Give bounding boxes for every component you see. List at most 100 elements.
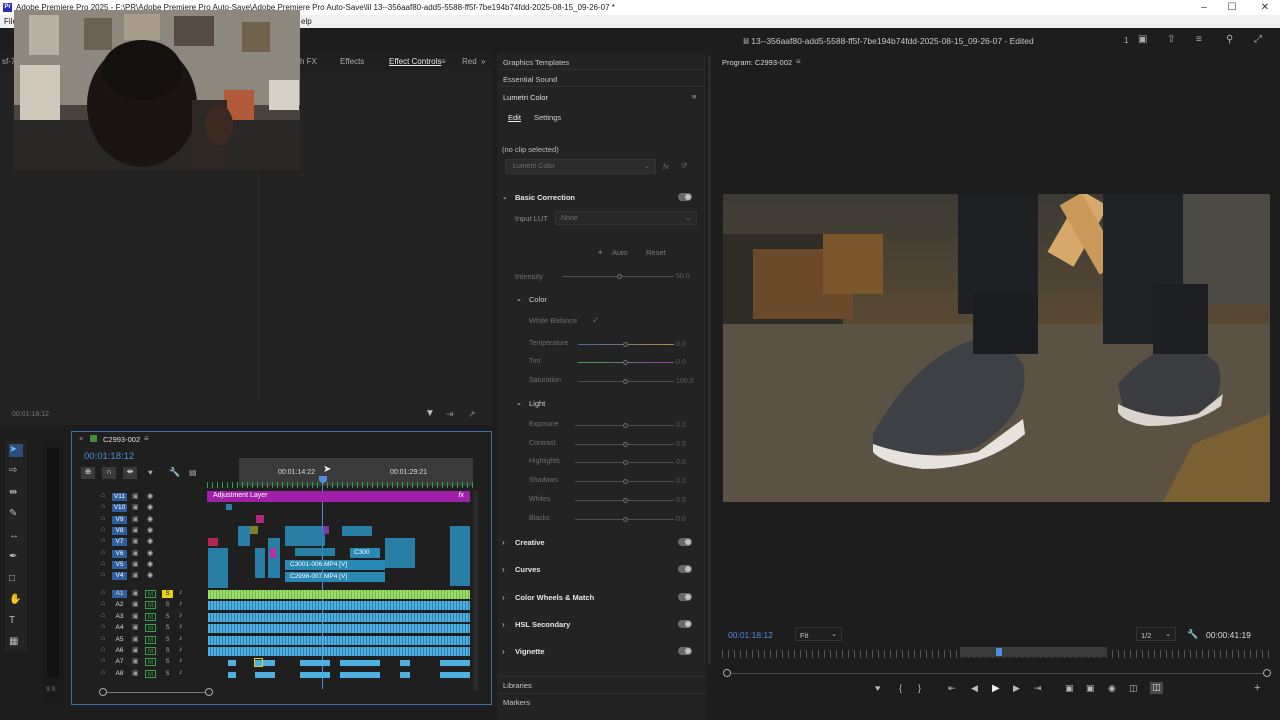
input-lut-dropdown[interactable]: None ⌄ (555, 211, 697, 225)
tab-settings[interactable]: Settings (534, 113, 561, 122)
lumetri-effect-dropdown[interactable]: Lumetri Color ⌄ (505, 159, 656, 174)
eye-icon[interactable]: ◉ (147, 492, 153, 500)
tab-red[interactable]: Red (462, 57, 477, 66)
reset-button[interactable]: Reset (646, 248, 666, 257)
microphone-icon[interactable]: ♪ (179, 600, 183, 607)
eye-icon[interactable]: ◉ (147, 560, 153, 568)
sync-lock-icon[interactable]: ▣ (132, 657, 139, 665)
mute-button[interactable]: M (145, 647, 156, 655)
mute-button[interactable]: M (145, 624, 156, 633)
sync-lock-icon[interactable]: ▣ (132, 549, 139, 557)
chevron-right-icon[interactable]: › (502, 647, 505, 656)
export-icon[interactable]: ↗ (468, 409, 476, 420)
eye-icon[interactable]: ◉ (147, 537, 153, 545)
captions-icon[interactable]: ▤ (189, 468, 197, 477)
close-sequence-icon[interactable]: × (79, 436, 83, 443)
lock-icon[interactable]: ⌂ (101, 560, 105, 567)
sync-lock-icon[interactable]: ▣ (132, 635, 139, 643)
audio-track-label[interactable]: A4 (112, 624, 127, 632)
audio-track-label[interactable]: A1 (112, 590, 127, 598)
audio-keyframe[interactable] (254, 658, 263, 667)
audio-track-label[interactable]: A5 (112, 636, 127, 644)
audio-clip[interactable] (400, 660, 410, 667)
lock-icon[interactable]: ⌂ (101, 657, 105, 664)
sync-lock-icon[interactable]: ▣ (132, 526, 139, 534)
filter-icon[interactable]: ▼ (425, 408, 435, 419)
timeline-timecode[interactable]: 00:01:18:12 (84, 451, 134, 462)
slider-value[interactable]: 0.0 (676, 516, 686, 523)
lock-icon[interactable]: ⌂ (101, 623, 105, 630)
sync-lock-icon[interactable]: ▣ (132, 571, 139, 579)
mark-in-icon[interactable]: { (899, 683, 902, 693)
program-playhead[interactable] (996, 648, 1002, 656)
audio-clip[interactable] (228, 671, 236, 678)
workspaces-icon[interactable]: ≡ (1196, 34, 1202, 45)
comparison-view-icon[interactable]: ◫ (1129, 683, 1138, 694)
mute-button[interactable]: M (145, 590, 156, 598)
audio-clip[interactable] (208, 635, 470, 645)
hand-tool-icon[interactable]: ✋ (9, 594, 21, 605)
program-menu-icon[interactable]: ≡ (796, 57, 801, 66)
add-marker-icon[interactable]: ♥ (875, 683, 880, 693)
lock-icon[interactable]: ⌂ (101, 503, 105, 510)
adjustment-layer-clip[interactable]: Adjustment Layer fx (207, 491, 470, 502)
audio-track-label[interactable]: A3 (112, 613, 127, 621)
tab-effects[interactable]: Effects (340, 57, 364, 66)
go-to-in-icon[interactable]: ⇤ (948, 683, 956, 694)
eye-icon[interactable]: ◉ (147, 515, 153, 523)
solo-button[interactable]: S (162, 636, 173, 644)
essential-sound-label[interactable]: Essential Sound (503, 75, 557, 84)
sync-lock-icon[interactable]: ▣ (132, 669, 139, 677)
panel-menu-icon[interactable]: ≡ (441, 57, 446, 66)
lumetri-section-header[interactable]: HSL Secondary (515, 620, 570, 629)
tab-edit[interactable]: Edit (508, 113, 521, 122)
audio-clip[interactable] (208, 612, 470, 622)
microphone-icon[interactable]: ♪ (179, 612, 183, 619)
linked-selection-icon[interactable]: ⇼ (123, 467, 137, 479)
slider-value[interactable]: 0.0 (676, 422, 686, 429)
slider-knob[interactable] (623, 441, 628, 447)
audio-track-label[interactable]: A2 (112, 601, 127, 609)
video-clip[interactable] (323, 526, 329, 534)
layout-icon[interactable]: ▣ (1138, 34, 1147, 45)
video-clip[interactable] (268, 538, 280, 578)
slider-knob[interactable] (623, 497, 628, 503)
sync-lock-icon[interactable]: ▣ (132, 537, 139, 545)
timeline-zoom-bar[interactable] (103, 692, 209, 693)
zoom-handle-left[interactable] (723, 669, 731, 677)
snap-icon[interactable]: ∩ (102, 467, 116, 479)
slider-value[interactable]: 0.0 (676, 359, 686, 366)
slider-value[interactable]: 0.0 (676, 341, 686, 348)
menu-help[interactable]: elp (301, 15, 312, 28)
lock-icon[interactable]: ⌂ (101, 492, 105, 499)
mute-button[interactable]: M (145, 635, 156, 644)
lumetri-section-header[interactable]: Vignette (515, 647, 544, 656)
zoom-scrollbar[interactable] (726, 673, 1268, 674)
ripple-edit-tool-icon[interactable]: ⇹ (9, 487, 17, 498)
eye-icon[interactable]: ◉ (147, 549, 153, 557)
chevron-down-icon[interactable]: ⌄ (516, 295, 522, 303)
video-clip[interactable] (226, 504, 232, 510)
video-clip[interactable] (385, 538, 415, 568)
basic-correction-header[interactable]: Basic Correction (515, 193, 575, 202)
lock-icon[interactable]: ⌂ (101, 589, 105, 596)
video-clip[interactable] (208, 548, 228, 588)
solo-button[interactable]: S (162, 647, 173, 655)
chevron-down-icon[interactable]: ⌄ (516, 399, 522, 407)
timeline-zoom-left[interactable] (99, 688, 107, 696)
audio-clip[interactable] (340, 660, 380, 667)
chevron-right-icon[interactable]: › (502, 620, 505, 629)
search-icon[interactable]: ⚲ (1226, 34, 1233, 45)
lock-icon[interactable]: ⌂ (101, 600, 105, 607)
mute-button[interactable]: M (145, 601, 156, 610)
chevron-down-icon[interactable]: ⌄ (502, 193, 508, 201)
lumetri-section-header[interactable]: Curves (515, 565, 540, 574)
audio-clip[interactable] (208, 601, 470, 611)
more-tabs-icon[interactable]: » (481, 57, 485, 66)
minimize-button[interactable]: – (1189, 0, 1219, 15)
wrench-icon[interactable]: 🔧 (1187, 629, 1198, 640)
slider-value[interactable]: 0.0 (676, 459, 686, 466)
libraries-tab[interactable]: Libraries (503, 681, 532, 690)
mute-button[interactable]: M (145, 669, 156, 678)
multi-camera-icon[interactable]: ◫ (1150, 682, 1163, 694)
